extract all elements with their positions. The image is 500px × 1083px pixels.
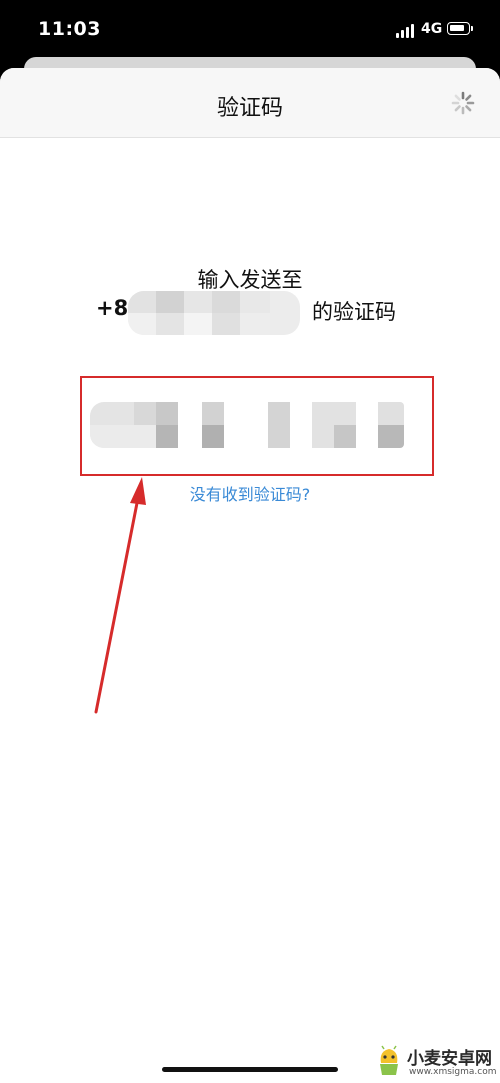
status-time: 11:03 [38,18,101,40]
phone-suffix-text: 的验证码 [312,300,396,324]
cellular-signal-icon [396,24,416,38]
loading-spinner-icon [451,91,475,115]
page-title: 验证码 [216,96,283,121]
battery-icon [447,22,473,35]
watermark-url: www.xmsigma.com [409,1067,497,1077]
prompt-text: 输入发送至 [197,268,303,292]
verification-sheet: 验证码 输入发送至 +8 的验证码 没有收到验证码? [0,68,500,1083]
network-type: 4G [421,21,443,37]
phone-prefix-text: +8 [96,296,129,320]
watermark-title: 小麦安卓网 [407,1049,492,1069]
resend-code-link[interactable]: 没有收到验证码? [0,481,500,505]
android-logo-icon [380,1045,398,1075]
code-input-blur [90,402,404,448]
navigation-bar: 验证码 [0,68,500,138]
phone-prefix: +8 [96,296,128,320]
home-indicator [162,1067,338,1072]
status-bar: 11:03 4G [0,0,500,62]
site-watermark: 小麦安卓网 www.xmsigma.com [375,1043,497,1081]
phone-number-blur [128,291,300,335]
